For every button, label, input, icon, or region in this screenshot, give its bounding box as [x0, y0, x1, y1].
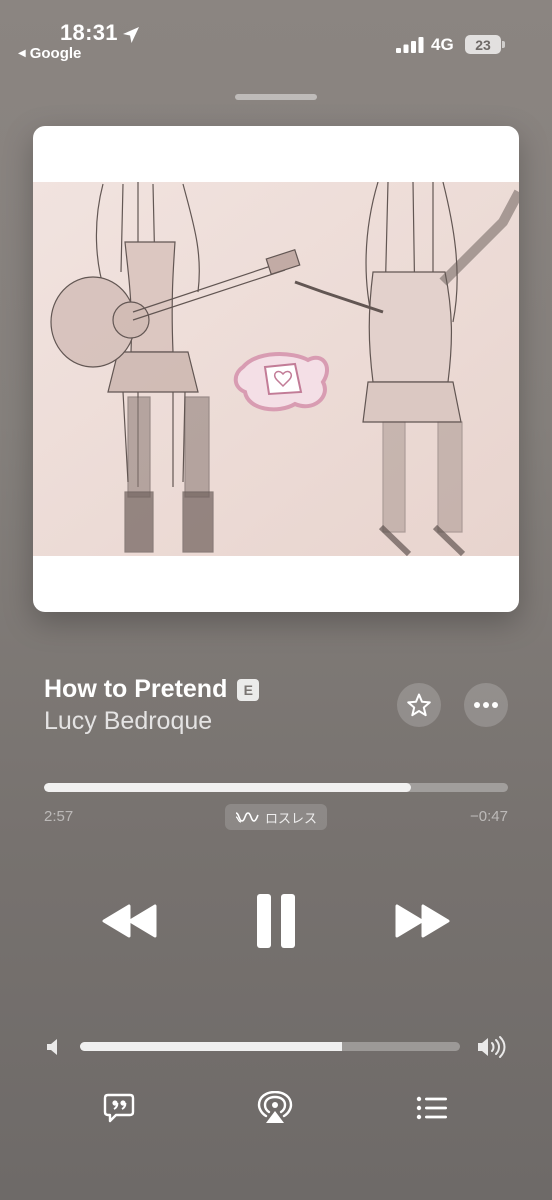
location-arrow-icon	[123, 27, 139, 43]
network-type: 4G	[431, 35, 454, 54]
airplay-button[interactable]	[255, 1089, 295, 1127]
explicit-badge: E	[237, 678, 260, 701]
lossless-badge[interactable]: ロスレス	[225, 804, 327, 830]
playback-scrubber[interactable]	[44, 783, 508, 792]
sheet-grabber[interactable]	[235, 94, 317, 100]
battery-indicator: 23	[465, 35, 501, 54]
volume-level-fill	[80, 1042, 343, 1051]
artwork-illustration	[33, 182, 519, 556]
fast-forward-icon	[395, 904, 450, 938]
cellular-signal-icon	[396, 37, 424, 53]
lossless-wave-icon	[235, 812, 259, 823]
artist-name[interactable]: Lucy Bedroque	[44, 707, 212, 736]
star-icon	[407, 693, 431, 717]
lyrics-button[interactable]	[99, 1089, 139, 1127]
elapsed-time: 2:57	[44, 808, 74, 825]
battery-cap	[502, 41, 505, 48]
rewind-button[interactable]	[100, 895, 160, 947]
fast-forward-button[interactable]	[392, 895, 452, 947]
queue-button[interactable]	[412, 1089, 452, 1127]
airplay-icon	[257, 1091, 293, 1123]
volume-slider[interactable]	[80, 1042, 460, 1051]
heart-stamp-icon	[233, 352, 329, 412]
back-triangle-icon: ◀	[18, 48, 26, 59]
rewind-icon	[102, 904, 157, 938]
speaker-high-icon	[478, 1036, 506, 1058]
remaining-time: −0:47	[470, 808, 508, 825]
lossless-label: ロスレス	[264, 810, 317, 826]
pause-button[interactable]	[250, 890, 302, 952]
pause-icon	[257, 894, 295, 948]
speaker-low-icon	[47, 1039, 57, 1055]
playback-progress-fill	[44, 783, 411, 792]
more-button[interactable]	[464, 683, 508, 727]
song-title[interactable]: How to Pretend	[44, 675, 227, 704]
back-app-label: Google	[29, 45, 82, 62]
status-time: 18:31	[60, 20, 118, 45]
lyrics-quote-icon	[103, 1093, 135, 1123]
back-to-app-button[interactable]: ◀ Google	[18, 45, 81, 62]
song-title-row: How to Pretend E	[44, 675, 260, 704]
status-bar: 18:31 ◀ Google 4G 23	[0, 0, 552, 70]
album-artwork	[33, 126, 519, 612]
favorite-button[interactable]	[397, 683, 441, 727]
ellipsis-icon	[474, 702, 498, 708]
queue-list-icon	[416, 1096, 447, 1120]
